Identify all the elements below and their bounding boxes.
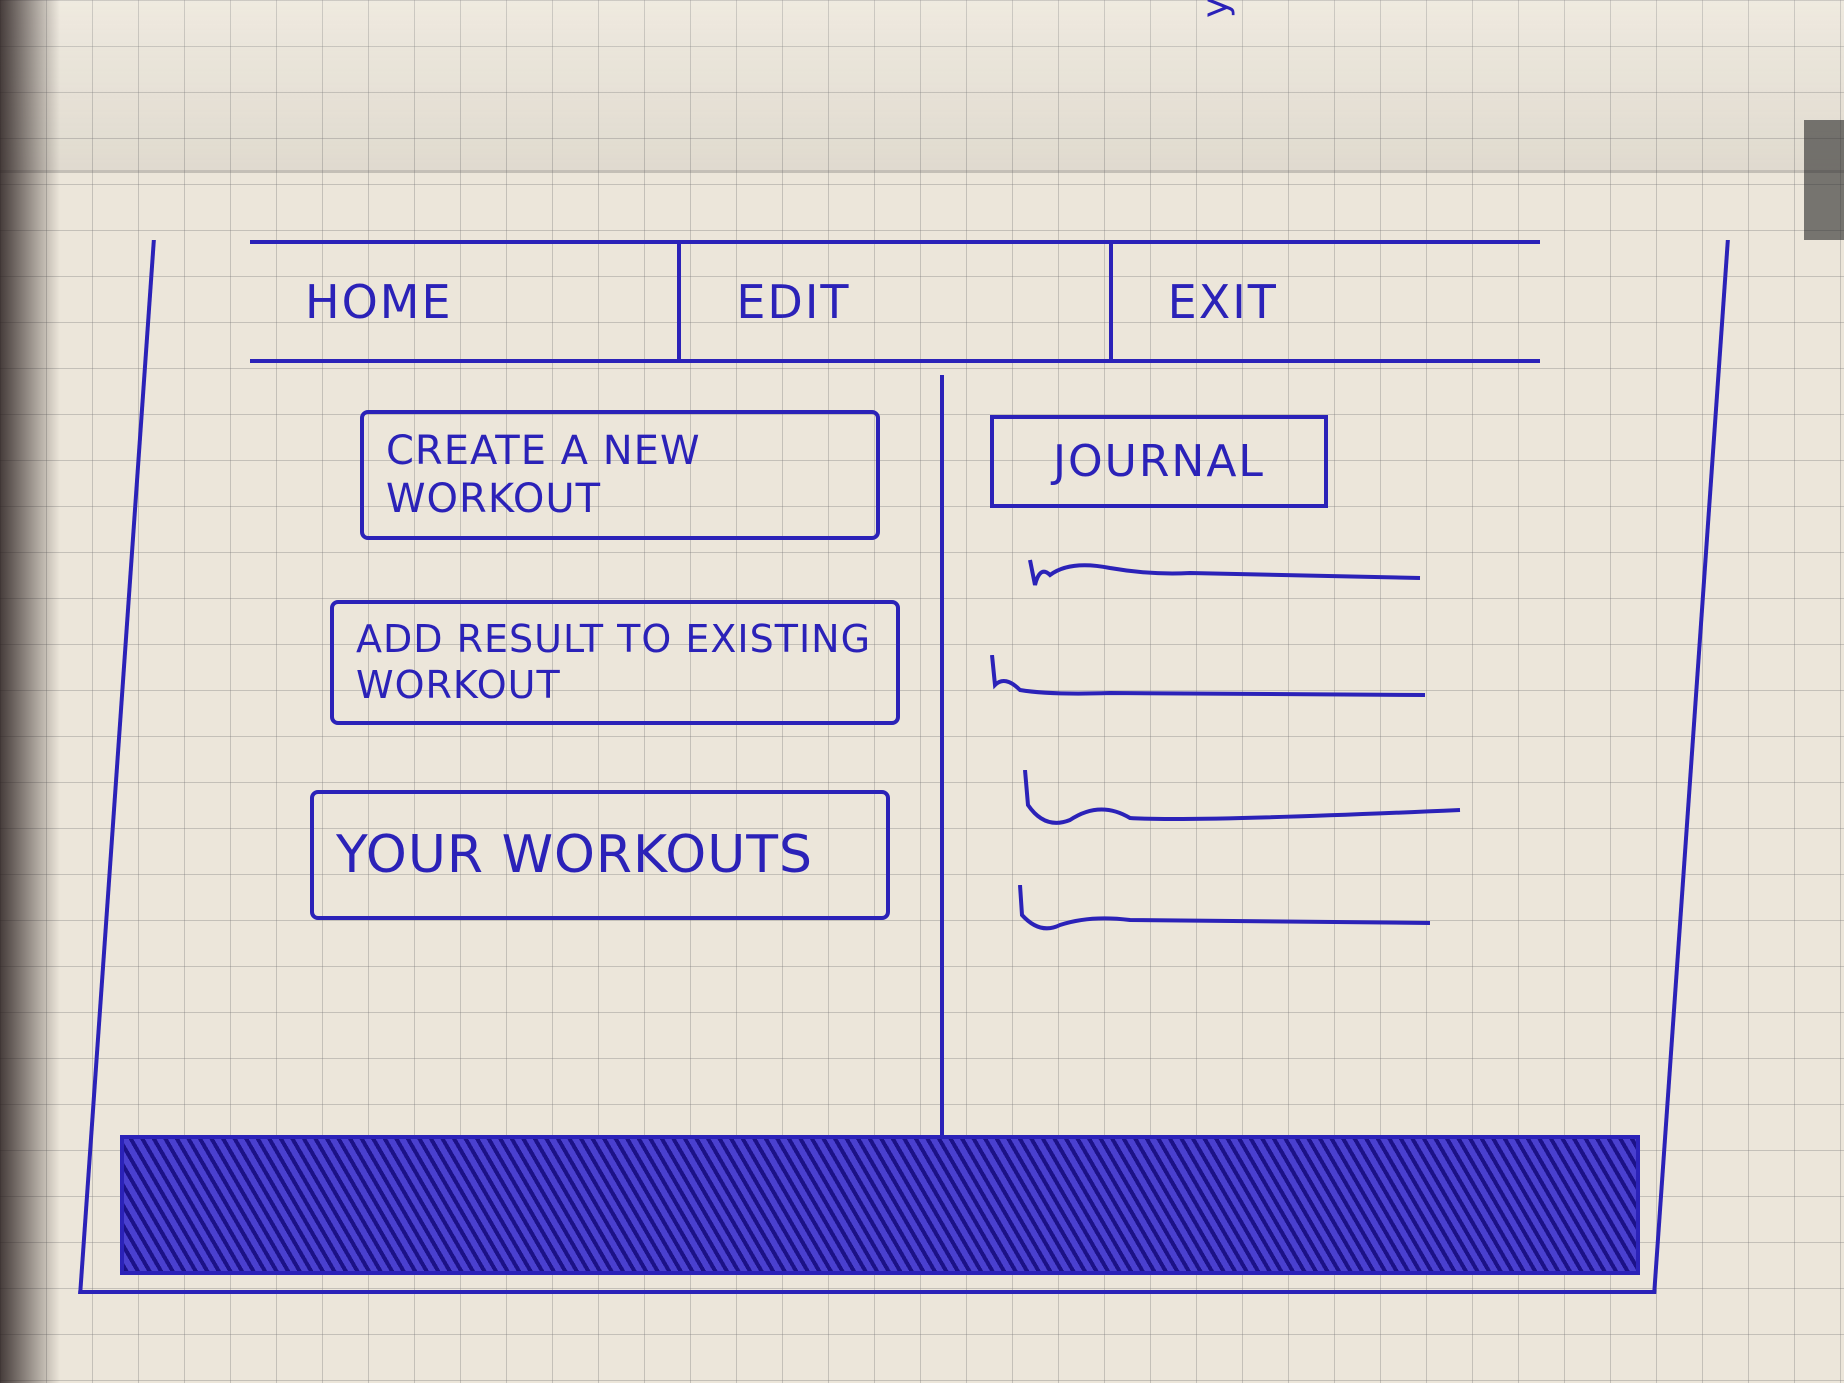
background-edge	[1804, 120, 1844, 240]
notebook-edge-shadow	[0, 0, 60, 1383]
journal-entry[interactable]	[990, 540, 1460, 655]
top-navbar: HOME EDIT EXIT	[250, 240, 1540, 363]
nav-edit[interactable]: EDIT	[681, 244, 1113, 359]
footer-bar	[120, 1135, 1640, 1275]
journal-entry[interactable]	[990, 885, 1460, 1000]
add-result-button[interactable]: ADD RESULT TO EXISTING WORKOUT	[330, 600, 900, 725]
journal-tab[interactable]: JOURNAL	[990, 415, 1328, 508]
sidebar-divider	[940, 375, 944, 1135]
nav-home[interactable]: HOME	[250, 244, 682, 359]
create-workout-button[interactable]: CREATE A NEW WORKOUT	[360, 410, 880, 540]
journal-entry[interactable]	[990, 770, 1461, 885]
journal-entry-line	[1018, 885, 1431, 931]
journal-entry-line	[990, 655, 1426, 697]
journal-entry[interactable]	[990, 655, 1460, 770]
journal-entry-line	[1023, 770, 1461, 825]
journal-entry-list	[990, 540, 1461, 1000]
previous-page-fold	[0, 0, 1844, 173]
nav-exit[interactable]: EXIT	[1113, 244, 1540, 359]
corner-note: ygg	[1195, 0, 1236, 18]
your-workouts-button[interactable]: YOUR WORKOUTS	[310, 790, 890, 920]
journal-entry-line	[1028, 559, 1421, 586]
